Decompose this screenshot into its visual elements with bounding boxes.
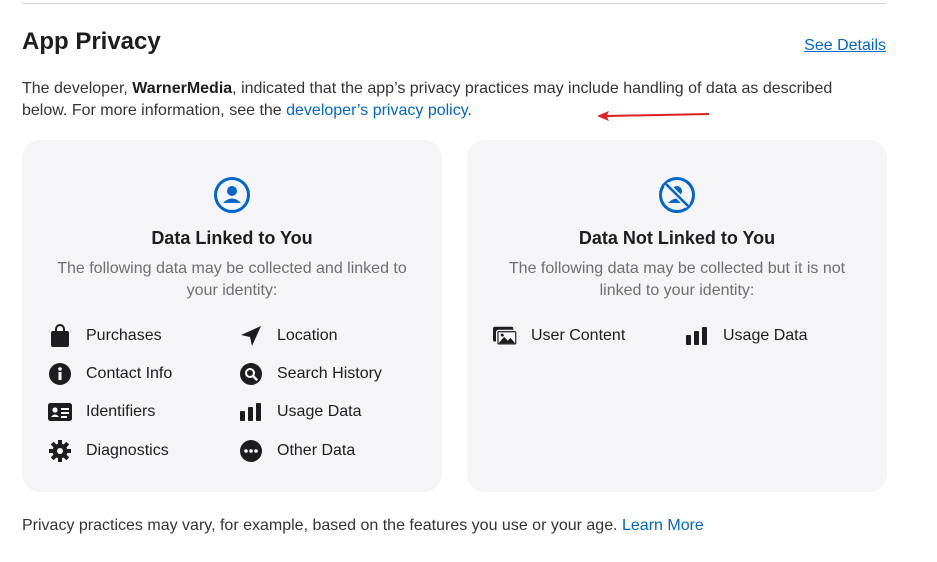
- learn-more-link[interactable]: Learn More: [622, 517, 704, 534]
- id-card-icon: [48, 400, 72, 424]
- item-label: Purchases: [86, 327, 162, 344]
- not-linked-title: Data Not Linked to You: [578, 228, 776, 248]
- item-label: User Content: [531, 327, 626, 344]
- list-item: Other Data: [239, 439, 355, 463]
- list-item: User Content: [493, 324, 625, 348]
- location-arrow-icon: [239, 324, 263, 348]
- item-label: Location: [277, 327, 338, 344]
- item-label: Usage Data: [723, 327, 808, 344]
- item-label: Other Data: [277, 442, 356, 459]
- info-icon: [48, 362, 72, 386]
- privacy-policy-link[interactable]: developer’s privacy policy: [286, 102, 467, 119]
- list-item: Identifiers: [48, 400, 155, 424]
- developer-name: WarnerMedia: [132, 80, 233, 97]
- bag-icon: [48, 324, 72, 348]
- item-label: Usage Data: [277, 403, 362, 420]
- list-item: Usage Data: [685, 324, 808, 348]
- linked-subtitle: The following data may be collected and …: [57, 260, 407, 299]
- not-linked-subtitle: The following data may be collected but …: [508, 260, 846, 299]
- list-item: Diagnostics: [48, 439, 169, 463]
- person-circle-icon: [214, 177, 250, 213]
- list-item: Usage Data: [239, 400, 362, 424]
- bar-chart-icon: [685, 324, 709, 348]
- item-label: Diagnostics: [86, 442, 169, 459]
- photo-icon: [493, 324, 517, 348]
- list-item: Search History: [239, 362, 382, 386]
- gear-icon: [48, 439, 72, 463]
- data-linked-card: Data Linked to You The following data ma…: [22, 140, 442, 492]
- list-item: Purchases: [48, 324, 162, 348]
- desc-suffix: .: [467, 102, 472, 119]
- item-label: Search History: [277, 365, 382, 382]
- item-label: Contact Info: [86, 365, 173, 382]
- data-not-linked-card: Data Not Linked to You The following dat…: [467, 140, 887, 492]
- top-divider: [22, 3, 886, 4]
- annotation-arrow-icon: [597, 111, 709, 121]
- privacy-description: The developer, WarnerMedia, indicated th…: [22, 78, 842, 122]
- linked-title: Data Linked to You: [151, 228, 313, 248]
- person-slash-icon: [659, 177, 695, 213]
- page-title: App Privacy: [22, 28, 161, 55]
- list-item: Location: [239, 324, 338, 348]
- footer-text: Privacy practices may vary, for example,…: [22, 517, 622, 534]
- search-icon: [239, 362, 263, 386]
- ellipsis-icon: [239, 439, 263, 463]
- desc-prefix: The developer,: [22, 80, 133, 97]
- item-label: Identifiers: [86, 403, 156, 420]
- footer-note: Privacy practices may vary, for example,…: [22, 517, 704, 535]
- list-item: Contact Info: [48, 362, 172, 386]
- bar-chart-icon: [239, 400, 263, 424]
- see-details-link[interactable]: See Details: [804, 37, 886, 55]
